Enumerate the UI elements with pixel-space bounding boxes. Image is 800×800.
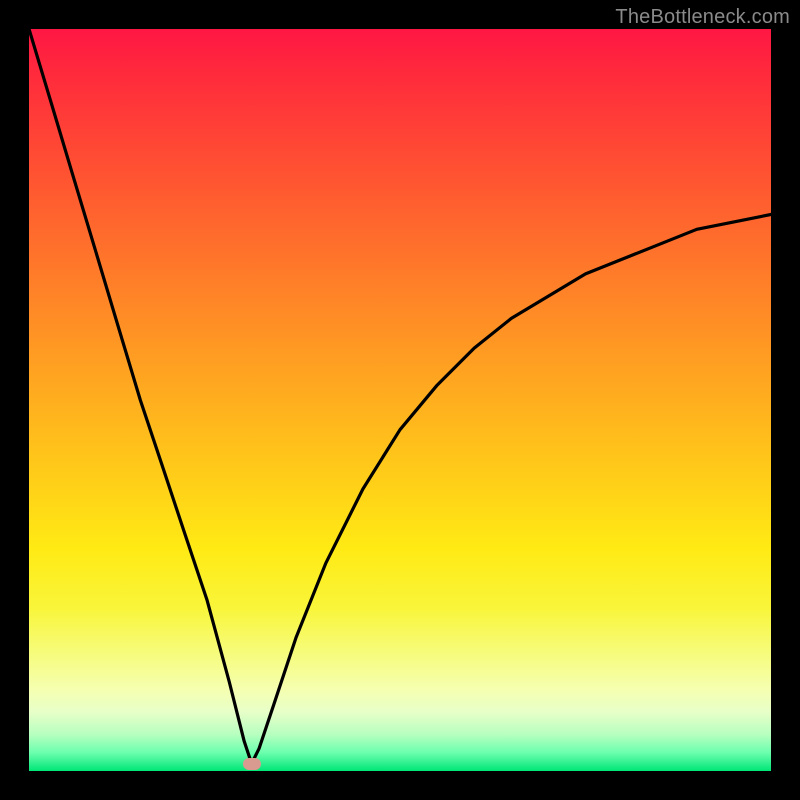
watermark-text: TheBottleneck.com bbox=[615, 6, 790, 29]
optimal-point-marker bbox=[243, 758, 261, 770]
plot-area bbox=[29, 29, 771, 771]
curve-path bbox=[29, 29, 771, 764]
bottleneck-curve bbox=[29, 29, 771, 771]
